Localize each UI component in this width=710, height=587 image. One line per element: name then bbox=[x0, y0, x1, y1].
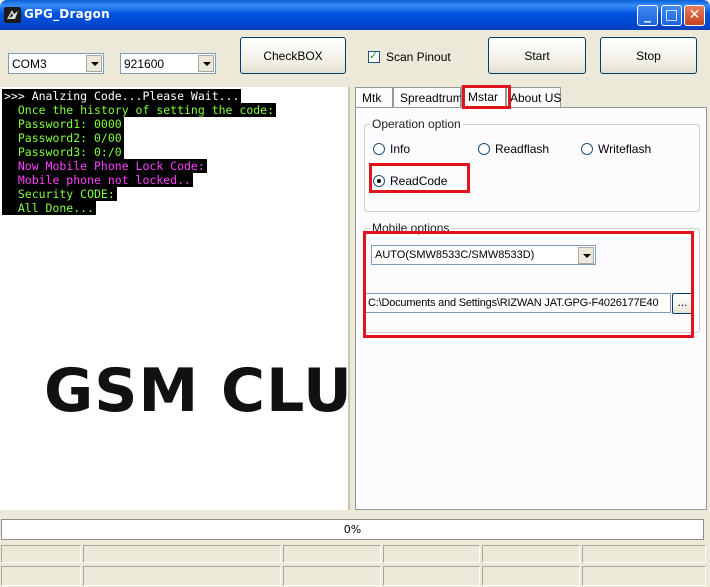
status-cell bbox=[482, 566, 580, 586]
console-line: Password2: 0/00 bbox=[2, 131, 124, 145]
checkbox-button[interactable]: CheckBOX bbox=[240, 37, 346, 74]
readcode-highlight bbox=[369, 163, 470, 193]
start-button[interactable]: Start bbox=[488, 37, 586, 74]
title-bar[interactable]: GPG_Dragon _ □ ✕ bbox=[0, 0, 710, 30]
status-cell bbox=[283, 566, 381, 586]
chevron-down-icon[interactable] bbox=[198, 55, 214, 72]
radio-writeflash[interactable] bbox=[581, 143, 593, 155]
stop-button[interactable]: Stop bbox=[600, 37, 697, 74]
tab-spreadtrum[interactable]: Spreadtrum bbox=[393, 87, 463, 107]
maximize-icon: □ bbox=[664, 7, 679, 23]
status-cell bbox=[383, 566, 480, 586]
log-console[interactable]: >>> Analzing Code...Please Wait... Once … bbox=[0, 87, 350, 510]
scan-pinout-checkbox[interactable] bbox=[368, 49, 380, 63]
com-port-value: COM3 bbox=[12, 57, 47, 71]
console-line: Password1: 0000 bbox=[2, 117, 124, 131]
status-cell bbox=[83, 566, 281, 586]
minimize-button[interactable]: _ bbox=[637, 5, 658, 26]
close-button[interactable]: ✕ bbox=[684, 5, 705, 26]
chevron-down-icon[interactable] bbox=[86, 55, 102, 72]
status-cell bbox=[1, 566, 81, 586]
operation-option-label: Operation option bbox=[370, 117, 463, 131]
status-cell bbox=[482, 545, 580, 563]
tab-mtk-label: Mtk bbox=[362, 91, 382, 105]
baud-rate-value: 921600 bbox=[124, 57, 165, 71]
console-line: Now Mobile Phone Lock Code: bbox=[2, 159, 207, 173]
status-cell bbox=[283, 545, 381, 563]
scan-pinout-label: Scan Pinout bbox=[386, 50, 451, 64]
tab-mtk[interactable]: Mtk bbox=[355, 87, 393, 107]
console-line: >>> Analzing Code...Please Wait... bbox=[2, 89, 242, 103]
console-line: Password3: 0:/0 bbox=[2, 145, 124, 159]
console-line: Security CODE: bbox=[2, 187, 117, 201]
console-line: Mobile phone not locked.. bbox=[2, 173, 193, 187]
status-cell bbox=[582, 545, 706, 563]
mstar-tab-highlight bbox=[462, 85, 511, 109]
dragon-app-icon bbox=[4, 7, 21, 23]
radio-readflash[interactable] bbox=[478, 143, 490, 155]
mobile-options-highlight bbox=[363, 231, 694, 338]
radio-writeflash-label: Writeflash bbox=[598, 142, 652, 156]
start-button-label: Start bbox=[524, 48, 550, 63]
tab-about-us[interactable]: About US bbox=[506, 87, 561, 107]
radio-readflash-label: Readflash bbox=[495, 142, 550, 156]
status-cell bbox=[383, 545, 480, 563]
console-line: All Done... bbox=[2, 201, 97, 215]
status-cell bbox=[1, 545, 81, 563]
tab-spreadtrum-label: Spreadtrum bbox=[400, 91, 463, 105]
close-icon: ✕ bbox=[688, 7, 701, 23]
status-cell bbox=[582, 566, 706, 586]
baud-rate-select[interactable]: 921600 bbox=[120, 53, 216, 74]
tab-about-us-label: About US bbox=[510, 91, 562, 105]
minimize-icon: _ bbox=[644, 7, 651, 23]
checkbox-button-label: CheckBOX bbox=[263, 48, 323, 63]
gsm-club-watermark: GSM CLUB bbox=[44, 356, 400, 426]
maximize-button[interactable]: □ bbox=[661, 5, 682, 26]
progress-label: 0% bbox=[343, 523, 362, 536]
main-window: GPG_Dragon _ □ ✕ COM3 921600 CheckBOX Sc… bbox=[0, 0, 710, 587]
radio-info-label: Info bbox=[390, 142, 411, 156]
com-port-select[interactable]: COM3 bbox=[8, 53, 104, 74]
console-line: Once the history of setting the code: bbox=[2, 103, 277, 117]
progress-bar: 0% bbox=[1, 519, 704, 540]
window-title: GPG_Dragon bbox=[24, 7, 110, 21]
stop-button-label: Stop bbox=[636, 48, 661, 63]
radio-info[interactable] bbox=[373, 143, 385, 155]
status-cell bbox=[83, 545, 281, 563]
